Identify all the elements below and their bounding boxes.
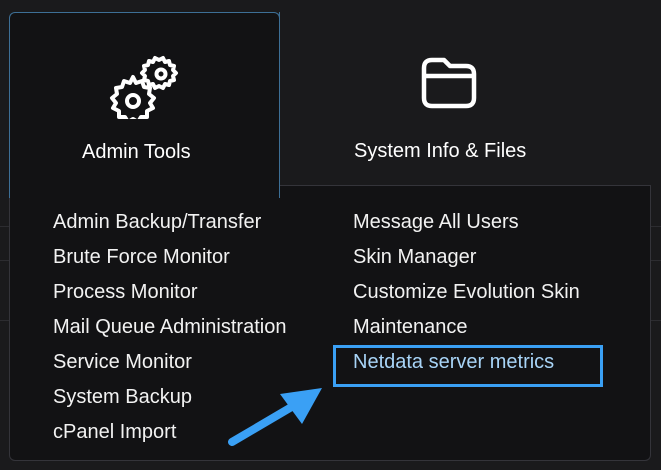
tab-admin-tools[interactable]: Admin Tools xyxy=(9,12,280,198)
annotation-arrow-icon xyxy=(228,388,322,446)
menu-item-mail-queue-administration[interactable]: Mail Queue Administration xyxy=(53,310,286,345)
menu-item-maintenance[interactable]: Maintenance xyxy=(353,310,580,345)
menu-item-admin-backup-transfer[interactable]: Admin Backup/Transfer xyxy=(53,205,286,240)
menu-item-skin-manager[interactable]: Skin Manager xyxy=(353,240,580,275)
tab-admin-tools-label: Admin Tools xyxy=(82,141,191,163)
menu-item-customize-evolution-skin[interactable]: Customize Evolution Skin xyxy=(353,275,580,310)
menu-item-process-monitor[interactable]: Process Monitor xyxy=(53,275,286,310)
menu-item-brute-force-monitor[interactable]: Brute Force Monitor xyxy=(53,240,286,275)
folder-icon xyxy=(421,57,477,109)
dropdown-panel-top-border xyxy=(279,185,651,186)
tab-system-info-files-label: System Info & Files xyxy=(354,140,527,162)
menu-item-service-monitor[interactable]: Service Monitor xyxy=(53,345,286,380)
gears-icon xyxy=(110,56,178,119)
tab-system-info-files[interactable]: System Info & Files xyxy=(290,12,610,184)
annotation-highlight-box xyxy=(333,345,603,387)
active-tab-border xyxy=(279,12,280,186)
menu-item-message-all-users[interactable]: Message All Users xyxy=(353,205,580,240)
